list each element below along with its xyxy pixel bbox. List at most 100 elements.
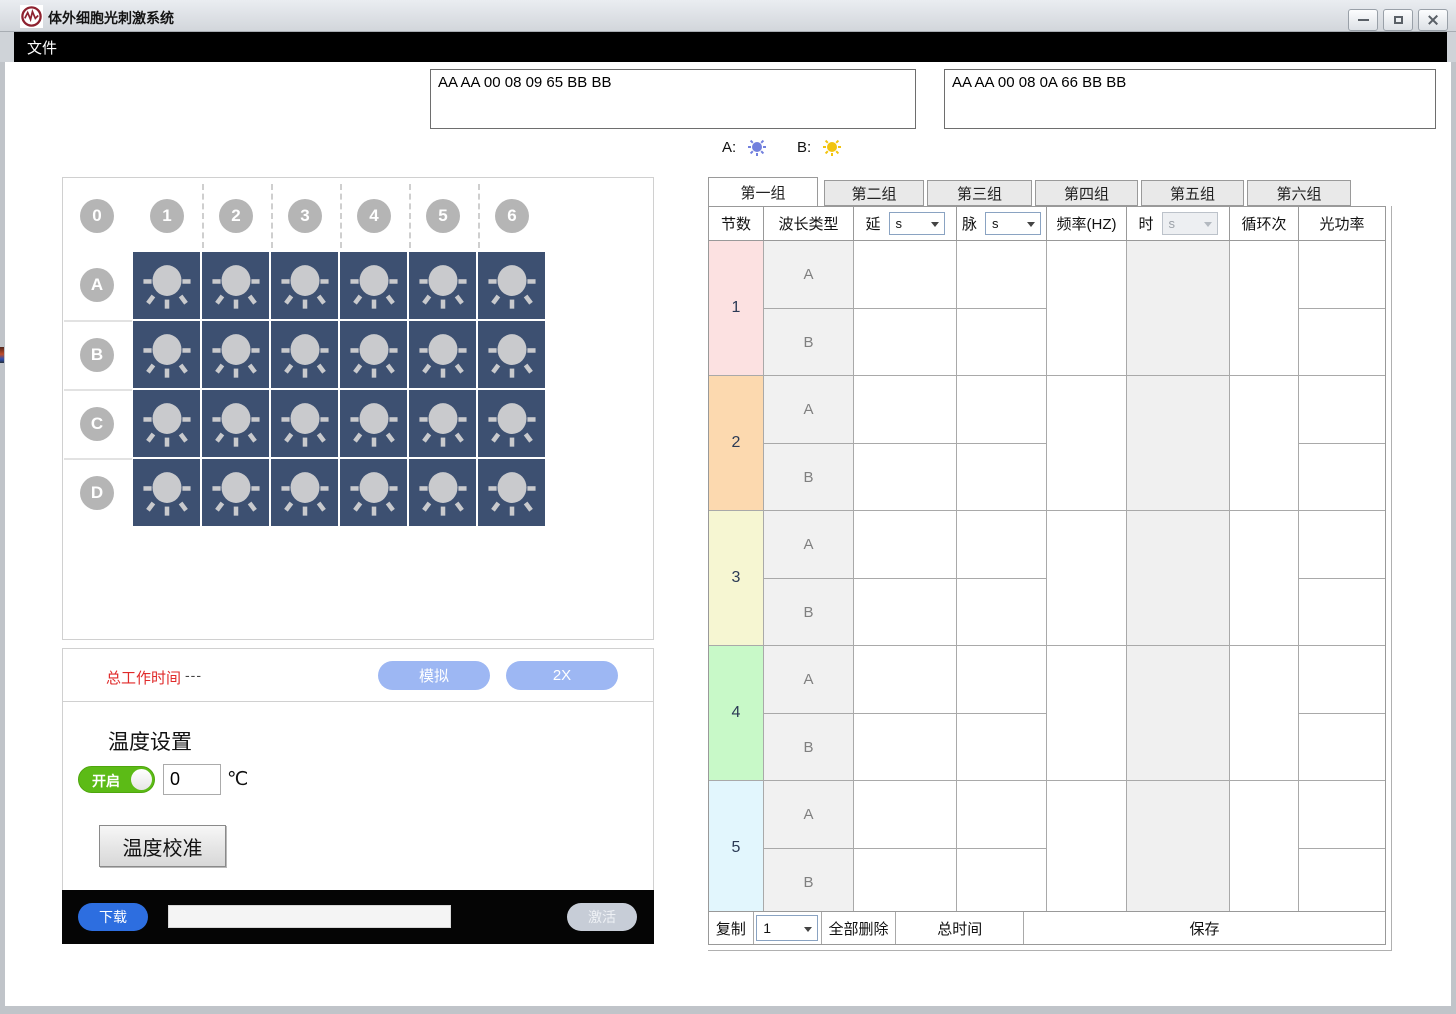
delay-b-cell[interactable] [854, 578, 956, 645]
pulse-b-cell[interactable] [957, 848, 1046, 915]
power-b-cell[interactable] [1299, 443, 1385, 510]
well-A5[interactable] [408, 251, 477, 320]
well-C4[interactable] [339, 389, 408, 458]
pulse-a-cell[interactable] [957, 511, 1046, 578]
plate-column-header-2[interactable]: 2 [219, 199, 253, 233]
well-C1[interactable] [132, 389, 201, 458]
well-B6[interactable] [477, 320, 546, 389]
pulse-b-cell[interactable] [957, 713, 1046, 780]
power-b-cell[interactable] [1299, 848, 1385, 915]
well-A4[interactable] [339, 251, 408, 320]
plate-column-header-6[interactable]: 6 [495, 199, 529, 233]
power-b-cell[interactable] [1299, 308, 1385, 375]
tab-group-4[interactable]: 第四组 [1035, 180, 1138, 206]
tab-group-1[interactable]: 第一组 [708, 177, 818, 206]
well-C2[interactable] [201, 389, 270, 458]
copy-count-select[interactable]: 1 [756, 915, 818, 941]
pulse-a-cell[interactable] [957, 781, 1046, 848]
copy-button[interactable]: 复制 [709, 912, 753, 944]
pulse-a-cell[interactable] [957, 646, 1046, 713]
temperature-input[interactable] [163, 764, 221, 795]
well-C6[interactable] [477, 389, 546, 458]
delay-b-cell[interactable] [854, 443, 956, 510]
delay-a-cell[interactable] [854, 241, 956, 308]
power-a-cell[interactable] [1299, 376, 1385, 443]
power-b-cell[interactable] [1299, 713, 1385, 780]
well-B2[interactable] [201, 320, 270, 389]
plate-column-header-0[interactable]: 0 [80, 199, 114, 233]
pulse-unit-select[interactable]: s [985, 212, 1041, 235]
simulate-button[interactable]: 模拟 [378, 661, 490, 690]
well-C5[interactable] [408, 389, 477, 458]
delay-b-cell[interactable] [854, 308, 956, 375]
power-a-cell[interactable] [1299, 781, 1385, 848]
well-D4[interactable] [339, 458, 408, 527]
well-D1[interactable] [132, 458, 201, 527]
well-D2[interactable] [201, 458, 270, 527]
well-A2[interactable] [201, 251, 270, 320]
plate-column-header-3[interactable]: 3 [288, 199, 322, 233]
pulse-a-cell[interactable] [957, 376, 1046, 443]
loop-count-cell[interactable] [1229, 781, 1298, 915]
save-button[interactable]: 保存 [1023, 912, 1385, 944]
pulse-a-cell[interactable] [957, 241, 1046, 308]
well-B1[interactable] [132, 320, 201, 389]
well-A3[interactable] [270, 251, 339, 320]
loop-count-cell[interactable] [1229, 646, 1298, 780]
close-button[interactable] [1418, 9, 1448, 31]
tx-message-box[interactable]: AA AA 00 08 09 65 BB BB [430, 69, 916, 129]
maximize-button[interactable] [1383, 9, 1413, 31]
delete-all-button[interactable]: 全部删除 [821, 912, 896, 944]
power-a-cell[interactable] [1299, 511, 1385, 578]
menu-item-file[interactable]: 文件 [27, 37, 57, 58]
loop-count-cell[interactable] [1229, 511, 1298, 645]
pulse-b-cell[interactable] [957, 308, 1046, 375]
tab-group-6[interactable]: 第六组 [1247, 180, 1351, 206]
delay-a-cell[interactable] [854, 376, 956, 443]
download-button[interactable]: 下载 [78, 903, 148, 931]
well-A1[interactable] [132, 251, 201, 320]
well-C3[interactable] [270, 389, 339, 458]
pulse-b-cell[interactable] [957, 443, 1046, 510]
frequency-cell[interactable] [1046, 781, 1126, 915]
plate-row-header-D[interactable]: D [80, 476, 114, 510]
temperature-toggle[interactable]: 开启 [78, 766, 155, 793]
power-a-cell[interactable] [1299, 646, 1385, 713]
tab-group-3[interactable]: 第三组 [927, 180, 1032, 206]
power-a-cell[interactable] [1299, 241, 1385, 308]
frequency-cell[interactable] [1046, 241, 1126, 375]
delay-b-cell[interactable] [854, 713, 956, 780]
delay-b-cell[interactable] [854, 848, 956, 915]
rx-message-box[interactable]: AA AA 00 08 0A 66 BB BB [944, 69, 1436, 129]
well-B4[interactable] [339, 320, 408, 389]
delay-a-cell[interactable] [854, 646, 956, 713]
well-B5[interactable] [408, 320, 477, 389]
plate-column-header-1[interactable]: 1 [150, 199, 184, 233]
delay-unit-select[interactable]: s [889, 212, 945, 235]
frequency-cell[interactable] [1046, 646, 1126, 780]
plate-row-header-A[interactable]: A [80, 268, 114, 302]
plate-column-header-5[interactable]: 5 [426, 199, 460, 233]
plate-row-header-B[interactable]: B [80, 338, 114, 372]
delay-a-cell[interactable] [854, 781, 956, 848]
minimize-button[interactable] [1348, 9, 1378, 31]
well-A6[interactable] [477, 251, 546, 320]
temperature-calibrate-button[interactable]: 温度校准 [99, 825, 226, 867]
loop-count-cell[interactable] [1229, 376, 1298, 510]
tab-group-2[interactable]: 第二组 [824, 180, 924, 206]
plate-row-header-C[interactable]: C [80, 407, 114, 441]
pulse-b-cell[interactable] [957, 578, 1046, 645]
power-b-cell[interactable] [1299, 578, 1385, 645]
activate-button[interactable]: 激活 [567, 903, 637, 931]
frequency-cell[interactable] [1046, 511, 1126, 645]
delay-a-cell[interactable] [854, 511, 956, 578]
well-B3[interactable] [270, 320, 339, 389]
well-D5[interactable] [408, 458, 477, 527]
well-D6[interactable] [477, 458, 546, 527]
tab-group-5[interactable]: 第五组 [1141, 180, 1244, 206]
well-D3[interactable] [270, 458, 339, 527]
frequency-cell[interactable] [1046, 376, 1126, 510]
speed-2x-button[interactable]: 2X [506, 661, 618, 690]
loop-count-cell[interactable] [1229, 241, 1298, 375]
plate-column-header-4[interactable]: 4 [357, 199, 391, 233]
